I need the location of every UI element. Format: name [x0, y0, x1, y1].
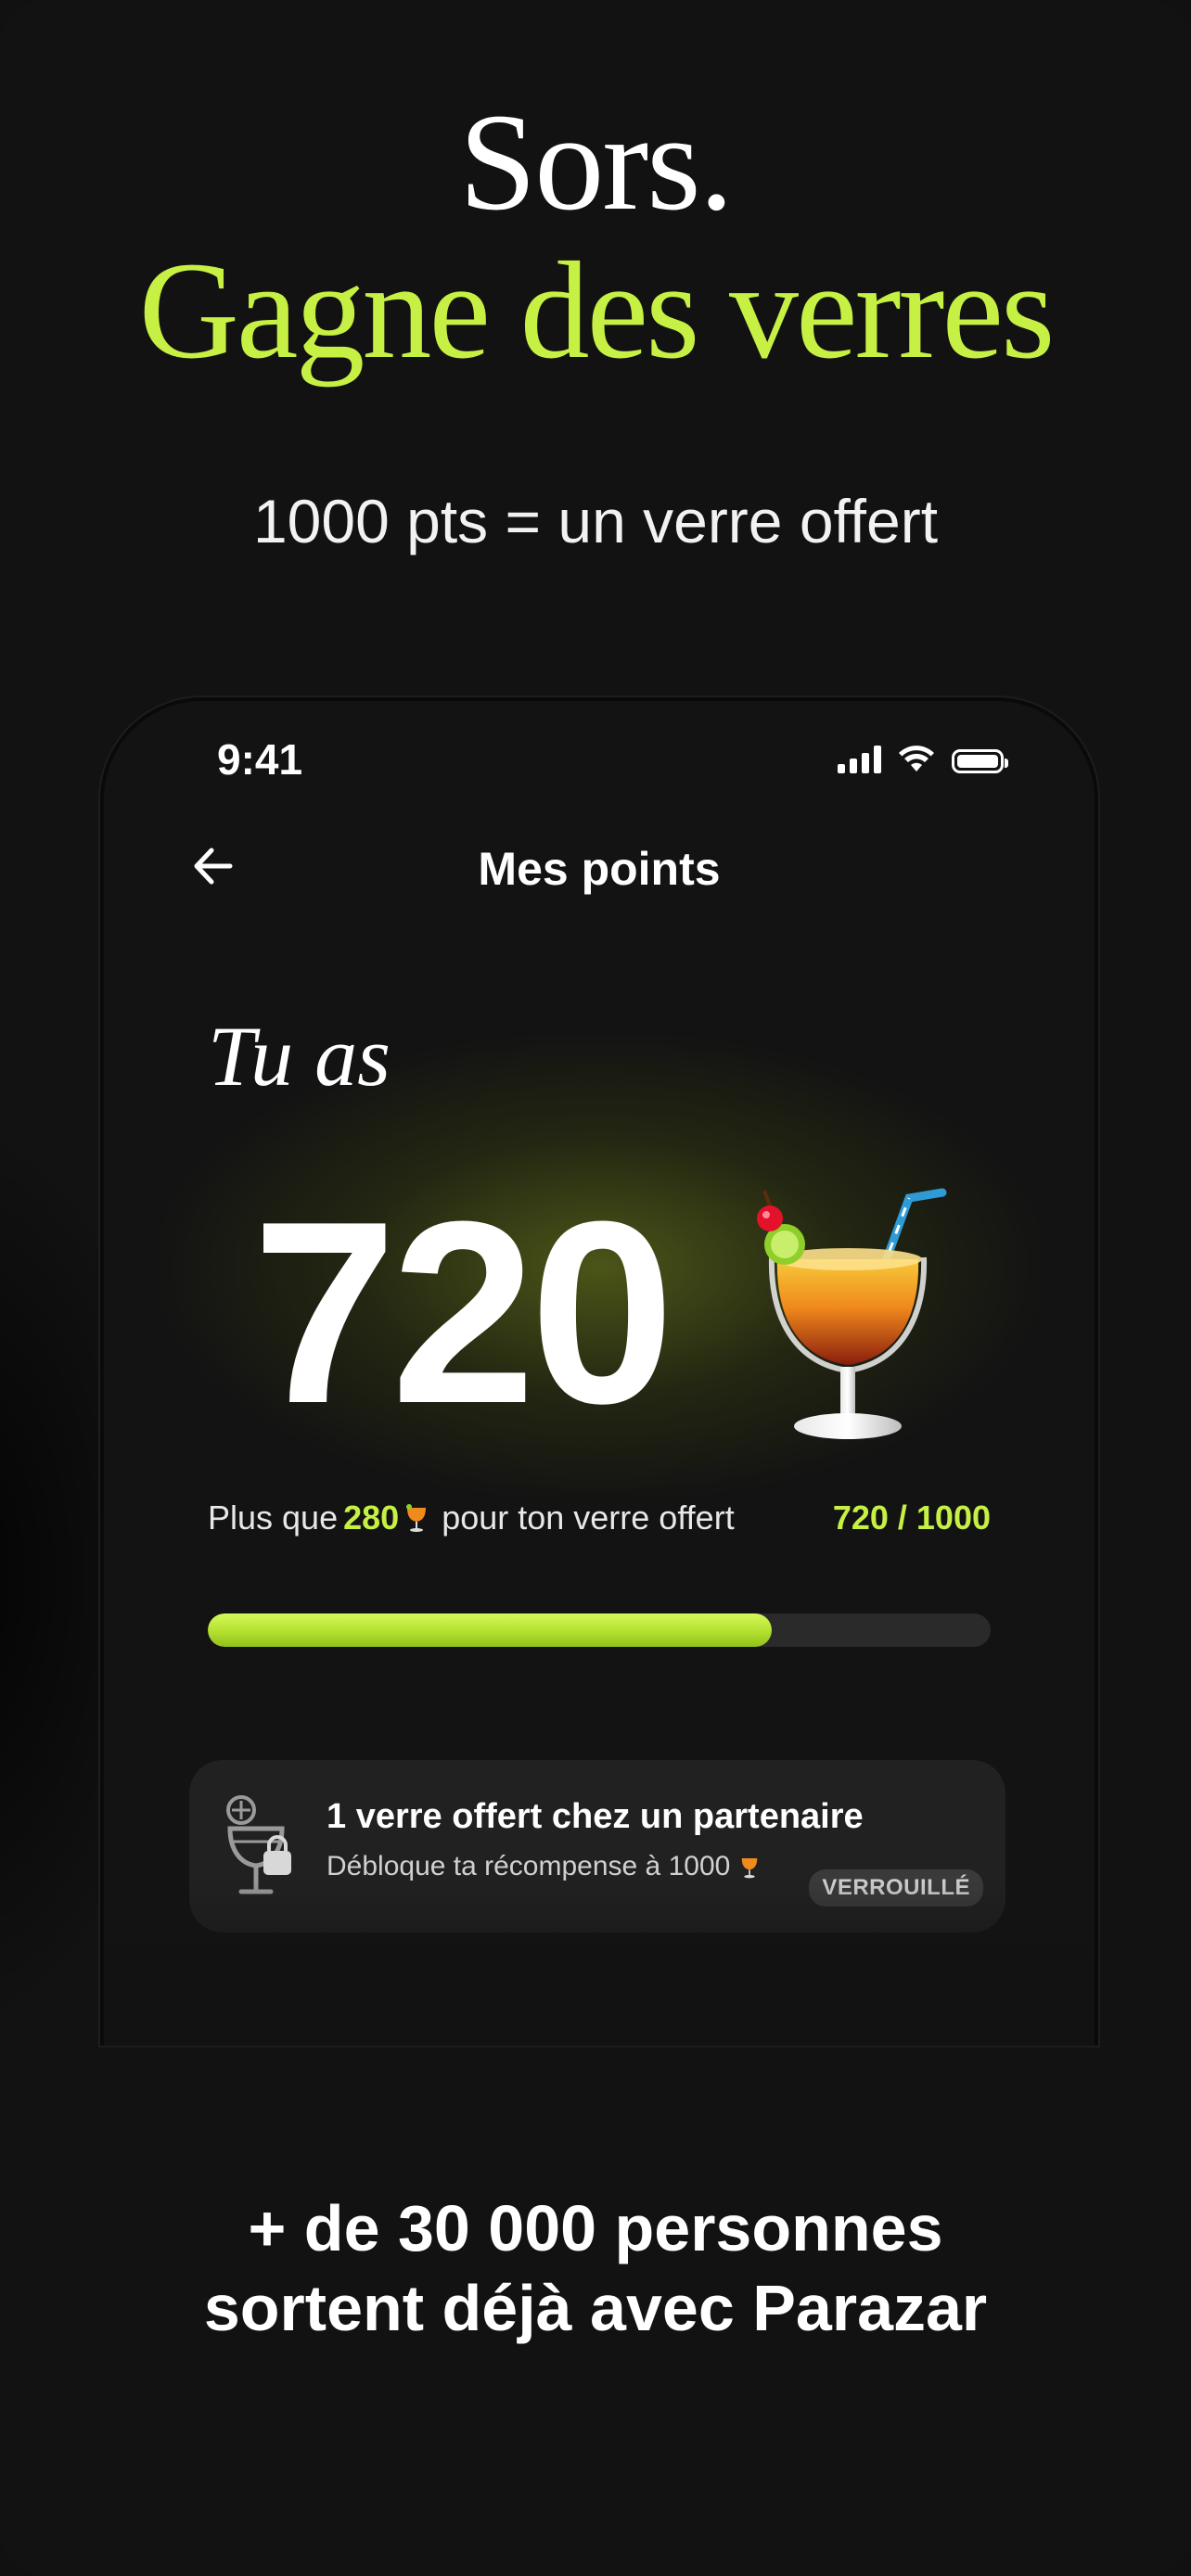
points-rule-subtitle: 1000 pts = un verre offert	[252, 487, 939, 555]
headline-gagne-des-verres: Gagne des verres	[138, 234, 1056, 388]
progress-bar	[208, 1613, 991, 1647]
social-proof-line-1: + de 30 000 personnes	[248, 2192, 943, 2264]
progress-count: 720 / 1000	[832, 1498, 991, 1537]
phone-fade	[104, 1879, 1095, 2046]
cocktail-icon	[406, 1504, 427, 1532]
headline-sors: Sors.	[458, 85, 734, 239]
reward-subtitle-text: Débloque ta récompense à 1000	[327, 1851, 731, 1881]
signal-icon	[838, 746, 881, 773]
wifi-icon	[899, 746, 934, 772]
progress-bar-fill	[208, 1613, 772, 1647]
progress-prefix: Plus que	[208, 1498, 339, 1537]
cocktail-icon	[757, 1188, 947, 1439]
phone-mockup: 9:41 Mes points Tu as 720 Plus que 280 p…	[100, 697, 1098, 2046]
status-icons	[838, 746, 1008, 773]
points-intro: Tu as	[208, 1009, 391, 1103]
points-remaining: 280	[343, 1498, 400, 1537]
progress-suffix: pour ton verre offert	[442, 1498, 735, 1537]
battery-icon	[952, 749, 1008, 773]
points-value: 720	[252, 1168, 674, 1458]
cocktail-icon	[742, 1857, 758, 1879]
reward-title: 1 verre offert chez un partenaire	[327, 1797, 864, 1836]
page-title: Mes points	[478, 843, 721, 895]
status-time: 9:41	[217, 735, 303, 784]
social-proof-line-2: sortent déjà avec Parazar	[203, 2272, 988, 2344]
reward-subtitle: Débloque ta récompense à 1000	[327, 1851, 760, 1882]
app-store-screenshot: Sors. Gagne des verres 1000 pts = un ver…	[0, 0, 1191, 2576]
social-proof: + de 30 000 personnes sortent déjà avec …	[0, 2188, 1191, 2348]
progress-hint: Plus que 280 pour ton verre offert	[208, 1498, 735, 1537]
